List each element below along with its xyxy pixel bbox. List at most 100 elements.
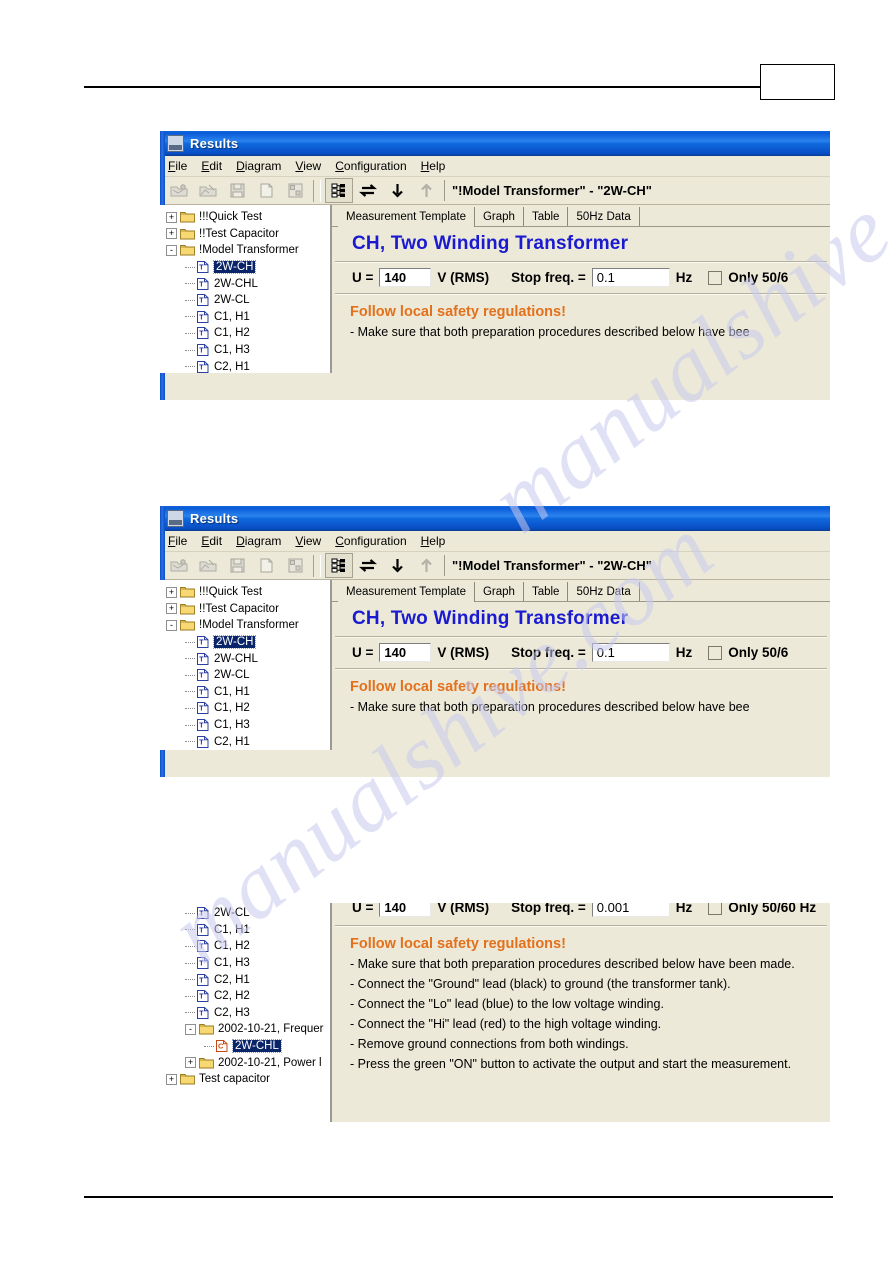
- tree-pane[interactable]: + !!!Quick Test + !!Test Capacitor - !Model T…: [160, 205, 332, 373]
- tab-table[interactable]: Table: [523, 207, 569, 226]
- new-document-icon[interactable]: [252, 178, 280, 203]
- tree-item[interactable]: T C1, H2: [162, 700, 330, 717]
- tree-pane[interactable]: + !!!Quick Test + !!Test Capacitor - !Model T…: [160, 580, 332, 750]
- tree-item[interactable]: C 2W-CHL: [162, 1038, 330, 1055]
- tab-measurement-template[interactable]: Measurement Template: [338, 582, 475, 602]
- menu-item-configuration[interactable]: Configuration: [335, 159, 406, 173]
- expand-icon[interactable]: +: [166, 603, 177, 615]
- tree-item[interactable]: T 2W-CHL: [162, 275, 330, 292]
- tree-item[interactable]: + !!Test Capacitor: [162, 226, 330, 243]
- tree-item[interactable]: + !!!Quick Test: [162, 209, 330, 226]
- save-icon[interactable]: [223, 178, 251, 203]
- tree-item[interactable]: + !!!Quick Test: [162, 584, 330, 601]
- menu-item-help[interactable]: Help: [421, 534, 446, 548]
- tab-table[interactable]: Table: [523, 582, 569, 601]
- open-measurement-icon[interactable]: [165, 553, 193, 578]
- open-template-icon[interactable]: [194, 178, 222, 203]
- stop-freq-input[interactable]: 0.1: [591, 643, 670, 662]
- tree-view-icon[interactable]: [325, 178, 353, 203]
- expand-icon[interactable]: +: [166, 1073, 177, 1085]
- down-arrow-icon[interactable]: [383, 178, 411, 203]
- tree-item[interactable]: T C1, H3: [162, 717, 330, 734]
- address-bar[interactable]: "!Model Transformer" - "2W-CH": [444, 180, 830, 201]
- title-bar[interactable]: Results: [160, 506, 830, 531]
- tree-item[interactable]: T 2W-CH: [162, 634, 330, 651]
- tree-item[interactable]: T C1, H3: [162, 955, 330, 972]
- voltage-input[interactable]: 140: [379, 903, 432, 917]
- tab-measurement-template[interactable]: Measurement Template: [338, 207, 475, 227]
- menu-item-view[interactable]: View: [295, 534, 321, 548]
- tab-50hz-data[interactable]: 50Hz Data: [568, 582, 640, 601]
- title-bar[interactable]: Results: [160, 131, 830, 156]
- collapse-icon[interactable]: -: [185, 1023, 196, 1035]
- tab-50hz-data[interactable]: 50Hz Data: [568, 207, 640, 226]
- tree-item[interactable]: T 2W-CHL: [162, 650, 330, 667]
- tool-bar[interactable]: "!Model Transformer" - "2W-CH": [160, 552, 830, 580]
- tree-item[interactable]: T C1, H2: [162, 938, 330, 955]
- address-bar[interactable]: "!Model Transformer" - "2W-CH": [444, 555, 830, 576]
- menu-bar[interactable]: File Edit Diagram View Configuration Hel…: [160, 531, 830, 552]
- only-5060hz-checkbox[interactable]: [708, 645, 723, 660]
- tree-item[interactable]: T C2, H1: [162, 733, 330, 750]
- expand-icon[interactable]: +: [166, 228, 177, 240]
- tab-graph[interactable]: Graph: [474, 582, 524, 601]
- tree-item[interactable]: T C1, H1: [162, 922, 330, 939]
- menu-item-edit[interactable]: Edit: [201, 534, 222, 548]
- expand-icon[interactable]: +: [166, 211, 177, 223]
- tree-item[interactable]: T 2W-CL: [162, 292, 330, 309]
- tree-item[interactable]: - !Model Transformer: [162, 617, 330, 634]
- tree-view-icon[interactable]: [325, 553, 353, 578]
- only-5060hz-checkbox[interactable]: [708, 903, 723, 915]
- expand-icon[interactable]: +: [166, 586, 177, 598]
- results-window-1[interactable]: Results File Edit Diagram View Configura…: [160, 131, 830, 400]
- voltage-input[interactable]: 140: [379, 268, 432, 287]
- menu-item-help[interactable]: Help: [421, 159, 446, 173]
- tree-item[interactable]: - 2002-10-21, Frequer: [162, 1021, 330, 1038]
- open-template-icon[interactable]: [194, 553, 222, 578]
- collapse-icon[interactable]: -: [166, 244, 177, 256]
- menu-bar[interactable]: File Edit Diagram View Configuration Hel…: [160, 156, 830, 177]
- tree-item[interactable]: + !!Test Capacitor: [162, 601, 330, 618]
- menu-item-file[interactable]: File: [168, 159, 187, 173]
- menu-item-diagram[interactable]: Diagram: [236, 159, 281, 173]
- export-icon[interactable]: [281, 553, 309, 578]
- down-arrow-icon[interactable]: [383, 553, 411, 578]
- tree-item[interactable]: T 2W-CL: [162, 905, 330, 922]
- up-arrow-icon[interactable]: [412, 178, 440, 203]
- open-measurement-icon[interactable]: [165, 178, 193, 203]
- swap-arrows-icon[interactable]: [354, 553, 382, 578]
- tree-item[interactable]: T C2, H3: [162, 1005, 330, 1022]
- collapse-icon[interactable]: -: [166, 619, 177, 631]
- tree-item[interactable]: - !Model Transformer: [162, 242, 330, 259]
- results-window-2[interactable]: Results File Edit Diagram View Configura…: [160, 506, 830, 777]
- tree-item[interactable]: T 2W-CH: [162, 259, 330, 276]
- stop-freq-input[interactable]: 0.1: [591, 268, 670, 287]
- new-document-icon[interactable]: [252, 553, 280, 578]
- tab-strip[interactable]: Measurement Template Graph Table 50Hz Da…: [332, 205, 830, 227]
- menu-item-configuration[interactable]: Configuration: [335, 534, 406, 548]
- tree-item[interactable]: T C1, H3: [162, 342, 330, 359]
- menu-item-view[interactable]: View: [295, 159, 321, 173]
- tree-item[interactable]: T C2, H1: [162, 358, 330, 373]
- menu-item-file[interactable]: File: [168, 534, 187, 548]
- only-5060hz-checkbox[interactable]: [708, 270, 723, 285]
- tree-pane[interactable]: T 2W-CL T C1, H1 T C1, H2 T C1, H3 T C2, H1 T C2, H…: [160, 903, 332, 1122]
- voltage-input[interactable]: 140: [379, 643, 432, 662]
- export-icon[interactable]: [281, 178, 309, 203]
- tree-item[interactable]: + Test capacitor: [162, 1071, 330, 1088]
- tree-item[interactable]: T C1, H2: [162, 325, 330, 342]
- tree-item[interactable]: T C2, H2: [162, 988, 330, 1005]
- swap-arrows-icon[interactable]: [354, 178, 382, 203]
- tree-item[interactable]: T 2W-CL: [162, 667, 330, 684]
- tab-graph[interactable]: Graph: [474, 207, 524, 226]
- tree-item[interactable]: T C2, H1: [162, 971, 330, 988]
- stop-freq-input[interactable]: 0.001: [591, 903, 670, 917]
- menu-item-diagram[interactable]: Diagram: [236, 534, 281, 548]
- menu-item-edit[interactable]: Edit: [201, 159, 222, 173]
- up-arrow-icon[interactable]: [412, 553, 440, 578]
- expand-icon[interactable]: +: [185, 1057, 196, 1069]
- tree-item[interactable]: +2002-10-21, Power l: [162, 1054, 330, 1071]
- tree-item[interactable]: T C1, H1: [162, 309, 330, 326]
- save-icon[interactable]: [223, 553, 251, 578]
- results-window-3-detail[interactable]: T 2W-CL T C1, H1 T C1, H2 T C1, H3 T C2, H1 T C2, H…: [160, 903, 830, 1122]
